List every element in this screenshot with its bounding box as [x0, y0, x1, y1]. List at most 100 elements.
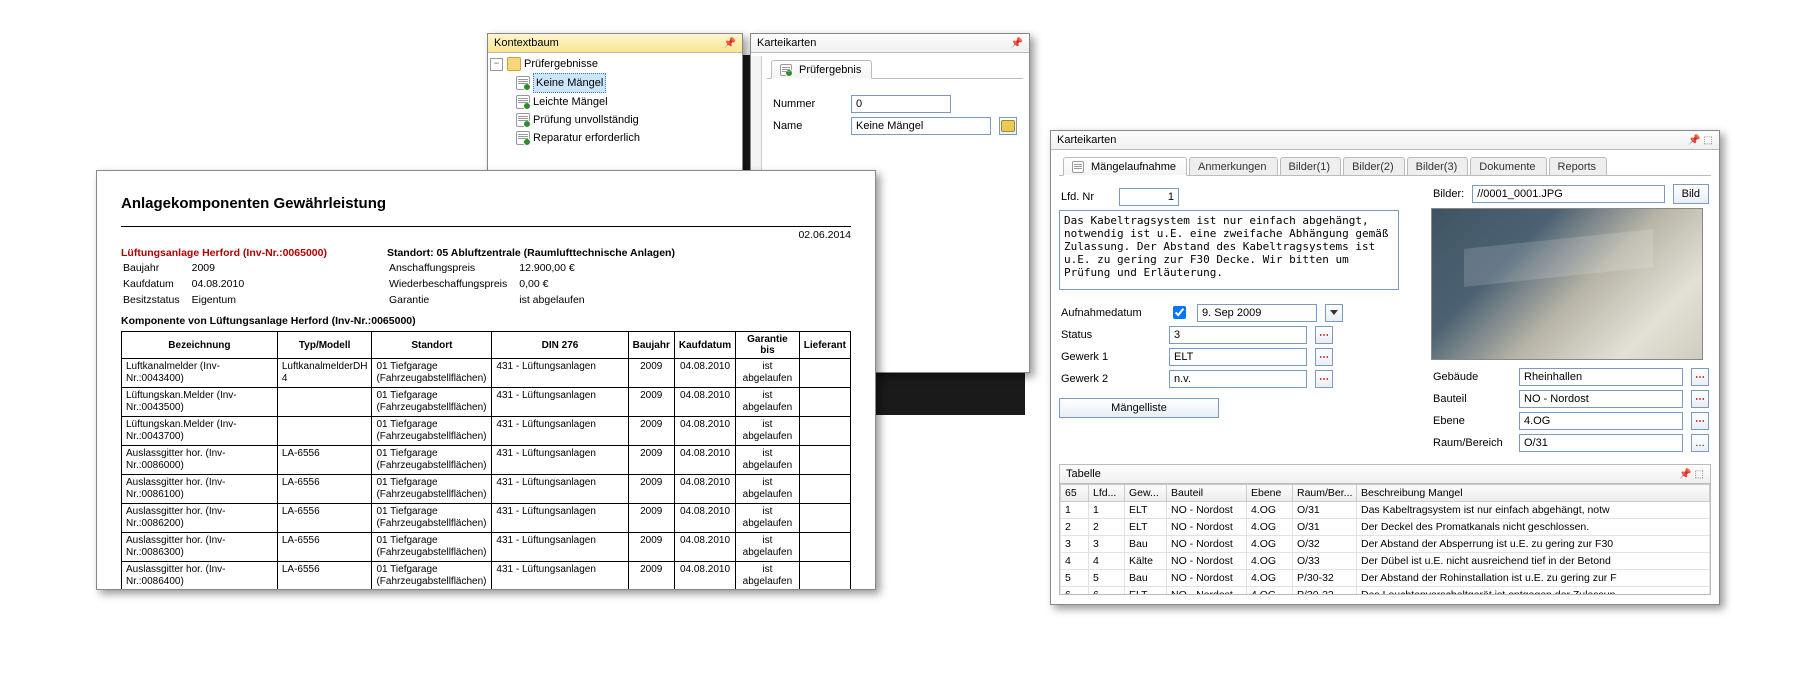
cell: Bau	[1125, 570, 1167, 587]
input-nummer[interactable]	[851, 95, 951, 113]
row-nummer: Nummer	[773, 95, 1017, 113]
cell: Lüftungskan.Melder (Inv-Nr.:0043500)	[122, 388, 278, 417]
meta-val: Eigentum	[192, 293, 255, 307]
table-row: Luftkanalmelder (Inv-Nr.:0043400)Luftkan…	[122, 359, 851, 388]
tab[interactable]: Dokumente	[1470, 157, 1546, 176]
table-row[interactable]: 55BauNO - Nordost4.OGP/30-32Der Abstand …	[1061, 570, 1710, 587]
doc-check-icon	[516, 76, 530, 90]
table-row[interactable]: 66ELTNO - Nordost4.OGP/30-32Das Leuchten…	[1061, 587, 1710, 596]
lookup-gebaeude[interactable]: ⋯	[1691, 368, 1709, 386]
tab[interactable]: Bilder(2)	[1343, 157, 1405, 176]
input-bilderpath[interactable]	[1472, 185, 1664, 203]
tab[interactable]: Bilder(3)	[1407, 157, 1469, 176]
meta-val: 04.08.2010	[192, 277, 255, 291]
cell: ist abgelaufen	[736, 446, 800, 475]
table-row: Auslassgitter hor. (Inv-Nr.:0086400)LA-6…	[122, 562, 851, 591]
karteikarten2-body: MängelaufnahmeAnmerkungenBilder(1)Bilder…	[1051, 150, 1719, 601]
tab-label: Anmerkungen	[1198, 161, 1267, 173]
column-header[interactable]: Gew...	[1125, 485, 1167, 502]
lookup-ebene[interactable]: ⋯	[1691, 412, 1709, 430]
tab-label: Dokumente	[1479, 161, 1535, 173]
row-gewerk1: Gewerk 1 ⋯	[1061, 348, 1419, 366]
column-header[interactable]: Beschreibung Mangel	[1357, 485, 1710, 502]
cell	[277, 388, 372, 417]
tab[interactable]: Anmerkungen	[1189, 157, 1278, 176]
input-name[interactable]	[851, 117, 991, 135]
cell: Kälte	[1125, 553, 1167, 570]
input-status[interactable]	[1169, 326, 1307, 344]
tree-item[interactable]: Reparatur erforderlich	[516, 129, 742, 147]
input-ebene[interactable]	[1519, 412, 1683, 430]
meta-val: 0,00 €	[519, 277, 594, 291]
table-row[interactable]: 11ELTNO - Nordost4.OGO/31Das Kabeltragsy…	[1061, 502, 1710, 519]
row-ebene: Ebene ⋯	[1433, 412, 1709, 430]
cell: 4	[1061, 553, 1089, 570]
tree-root[interactable]: − Prüfergebnisse	[490, 55, 742, 73]
input-bauteil[interactable]	[1519, 390, 1683, 408]
date-dropdown[interactable]	[1325, 304, 1343, 322]
lookup-bauteil[interactable]: ⋯	[1691, 390, 1709, 408]
tabelle-scroll[interactable]: 65Lfd...Gew...BauteilEbeneRaum/Ber...Bes…	[1059, 483, 1711, 595]
lookup-gewerk1[interactable]: ⋯	[1315, 348, 1333, 366]
bild-button[interactable]: Bild	[1673, 184, 1709, 204]
label-raum: Raum/Bereich	[1433, 437, 1511, 449]
input-gewerk2[interactable]	[1169, 370, 1307, 388]
label-status: Status	[1061, 329, 1161, 341]
pin-icon[interactable]: 📌	[724, 38, 736, 49]
cell: 04.08.2010	[674, 475, 735, 504]
cell: 01 Tiefgarage (Fahrzeugabstellflächen)	[372, 417, 492, 446]
meta-key: Baujahr	[123, 261, 190, 275]
image-thumbnail[interactable]	[1431, 208, 1703, 360]
row-name: Name	[773, 117, 1017, 135]
tree-item[interactable]: Keine Mängel	[516, 73, 742, 93]
tree-item[interactable]: Leichte Mängel	[516, 93, 742, 111]
karteikarten1-header: Karteikarten 📌	[751, 34, 1029, 53]
cell: Der Dübel ist u.E. nicht ausreichend tie…	[1357, 553, 1710, 570]
kontextbaum-title: Kontextbaum	[494, 37, 559, 49]
cell: 6	[1061, 587, 1089, 596]
cell: O/31	[1293, 519, 1357, 536]
textarea-description[interactable]	[1059, 210, 1399, 290]
column-header[interactable]: Lfd...	[1089, 485, 1125, 502]
tab[interactable]: Mängelaufnahme	[1063, 157, 1187, 176]
input-raum[interactable]	[1519, 434, 1683, 452]
tab[interactable]: Reports	[1549, 157, 1608, 176]
column-header[interactable]: 65	[1061, 485, 1089, 502]
row-lfd: Lfd. Nr	[1061, 188, 1419, 206]
chk-aufnahmedatum[interactable]	[1173, 306, 1186, 319]
cell: LA-6556	[277, 533, 372, 562]
column-header[interactable]: Bauteil	[1167, 485, 1247, 502]
input-lfd[interactable]	[1119, 188, 1179, 206]
column-header[interactable]: Ebene	[1247, 485, 1293, 502]
input-gebaeude[interactable]	[1519, 368, 1683, 386]
pin-icon[interactable]: 📌 ⬚	[1688, 135, 1713, 146]
tab-pruefergebnis[interactable]: Prüfergebnis	[771, 60, 872, 79]
cell	[799, 533, 850, 562]
pin-icon[interactable]: 📌 ⬚	[1679, 469, 1704, 480]
tree-toggle[interactable]: −	[490, 58, 503, 71]
cell: 04.08.2010	[674, 446, 735, 475]
cell	[799, 562, 850, 591]
lookup-status[interactable]: ⋯	[1315, 326, 1333, 344]
cell	[799, 475, 850, 504]
cell: ELT	[1125, 502, 1167, 519]
table-row[interactable]: 22ELTNO - Nordost4.OGO/31Der Deckel des …	[1061, 519, 1710, 536]
lookup-gewerk2[interactable]: ⋯	[1315, 370, 1333, 388]
tree-item[interactable]: Prüfung unvollständig	[516, 111, 742, 129]
meta-val: 2009	[192, 261, 255, 275]
column-header[interactable]: Raum/Ber...	[1293, 485, 1357, 502]
pin-icon[interactable]: 📌	[1011, 38, 1023, 49]
maengelliste-button[interactable]: Mängelliste	[1059, 398, 1219, 418]
cell: 4.OG	[1247, 553, 1293, 570]
lookup-button[interactable]	[999, 117, 1017, 135]
tab[interactable]: Bilder(1)	[1280, 157, 1342, 176]
cell: 01 Tiefgarage (Fahrzeugabstellflächen)	[372, 446, 492, 475]
table-row[interactable]: 44KälteNO - Nordost4.OGO/33Der Dübel ist…	[1061, 553, 1710, 570]
lookup-raum[interactable]: …	[1691, 434, 1709, 452]
cell: 5	[1089, 570, 1125, 587]
input-aufnahmedatum[interactable]	[1197, 304, 1317, 322]
cell: Das Kabeltragsystem ist nur einfach abge…	[1357, 502, 1710, 519]
input-gewerk1[interactable]	[1169, 348, 1307, 366]
tree-item-label: Prüfung unvollständig	[533, 111, 639, 129]
table-row[interactable]: 33BauNO - Nordost4.OGO/32Der Abstand der…	[1061, 536, 1710, 553]
